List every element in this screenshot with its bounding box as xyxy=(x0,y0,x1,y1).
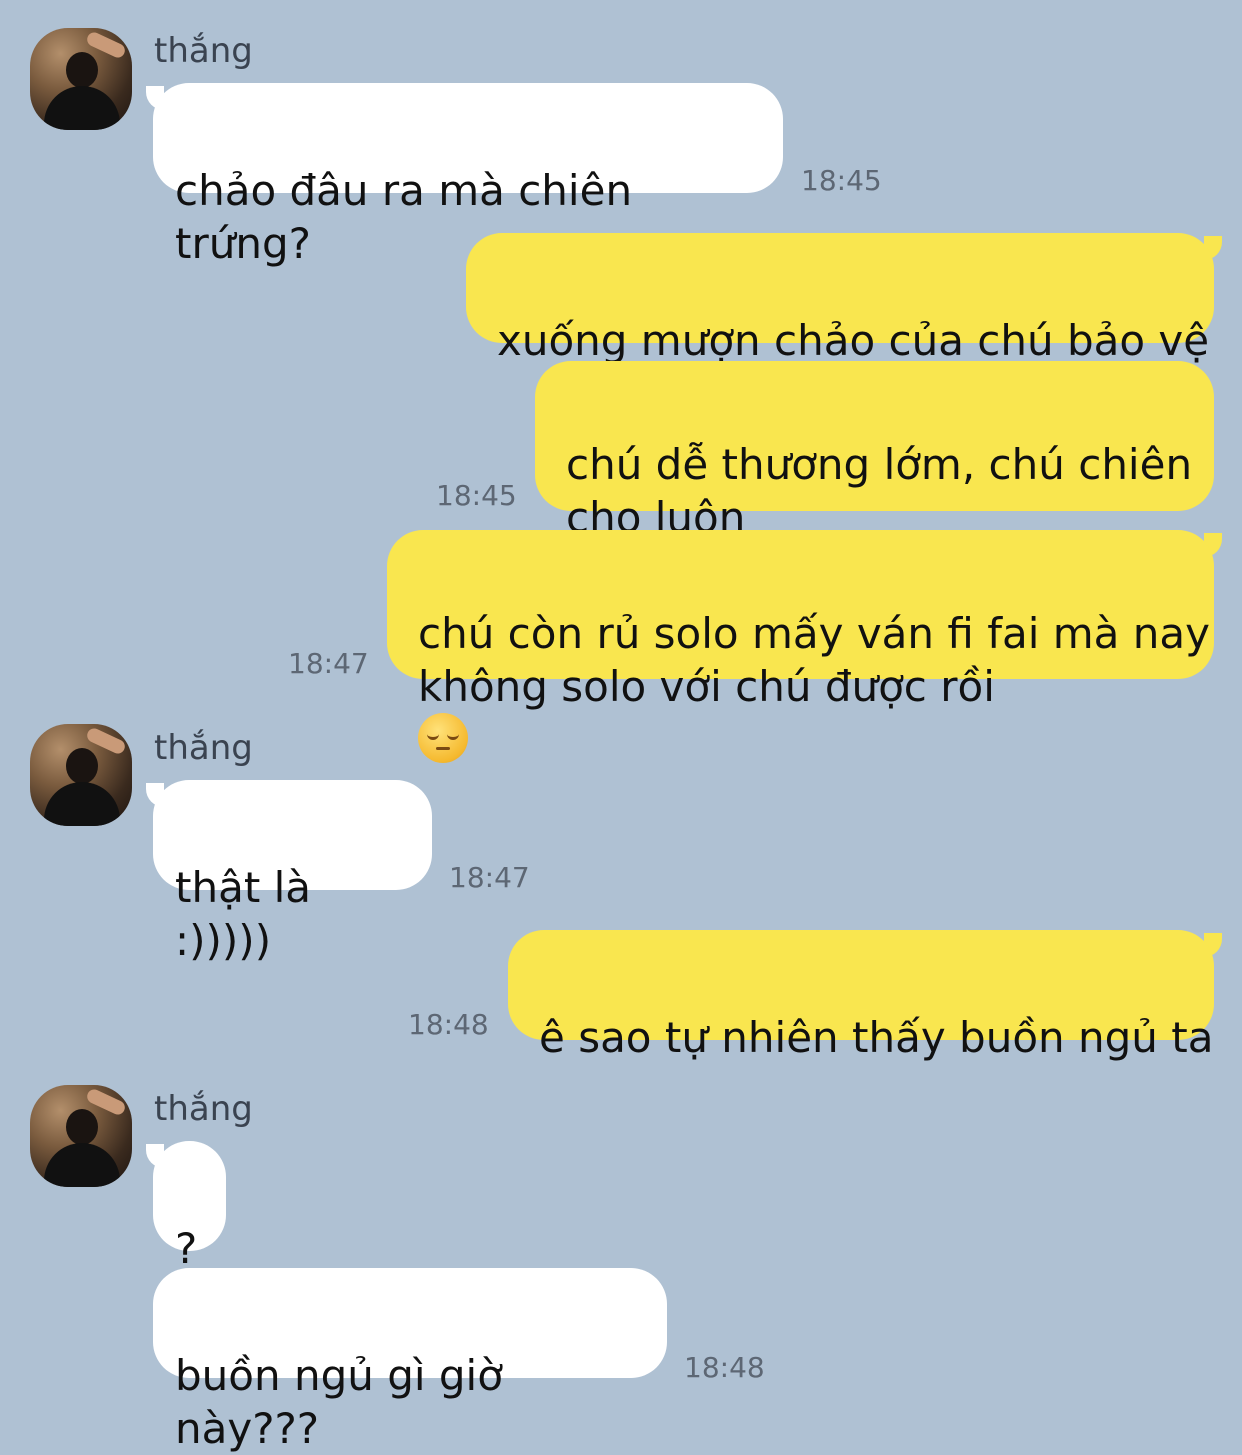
incoming-message[interactable]: thật là :))))) xyxy=(153,780,432,965)
sender-name: thắng xyxy=(154,728,253,768)
message-text: thật là :))))) xyxy=(175,863,312,965)
outgoing-message[interactable]: chú còn rủ solo mấy ván fi fai mà nay kh… xyxy=(387,530,1214,763)
message-text: ê sao tự nhiên thấy buồn ngủ ta xyxy=(539,1013,1214,1062)
incoming-message[interactable]: chảo đâu ra mà chiên trứng? xyxy=(153,83,783,268)
incoming-message[interactable]: buồn ngủ gì giờ này??? xyxy=(153,1268,667,1453)
message-text: chú dễ thương lớm, chú chiên cho luôn xyxy=(566,440,1193,542)
message-time: 18:45 xyxy=(436,479,517,512)
message-time: 18:45 xyxy=(801,164,882,197)
pensive-face-emoji xyxy=(418,713,468,763)
outgoing-message[interactable]: chú dễ thương lớm, chú chiên cho luôn xyxy=(535,361,1214,542)
message-time: 18:47 xyxy=(288,647,369,680)
message-text: buồn ngủ gì giờ này??? xyxy=(175,1351,503,1453)
message-text: ? xyxy=(175,1224,198,1273)
incoming-message[interactable]: ? xyxy=(153,1141,226,1273)
contact-avatar[interactable] xyxy=(30,1085,132,1187)
sender-name: thắng xyxy=(154,31,253,71)
sender-name: thắng xyxy=(154,1089,253,1129)
message-text: chú còn rủ solo mấy ván fi fai mà nay kh… xyxy=(418,609,1210,711)
contact-avatar[interactable] xyxy=(30,28,132,130)
message-time: 18:47 xyxy=(449,861,530,894)
message-time: 18:48 xyxy=(684,1351,765,1384)
outgoing-message[interactable]: xuống mượn chảo của chú bảo vệ xyxy=(466,233,1214,365)
message-time: 18:48 xyxy=(408,1008,489,1041)
contact-avatar[interactable] xyxy=(30,724,132,826)
message-text: xuống mượn chảo của chú bảo vệ xyxy=(497,316,1210,365)
outgoing-message[interactable]: ê sao tự nhiên thấy buồn ngủ ta xyxy=(508,930,1214,1062)
